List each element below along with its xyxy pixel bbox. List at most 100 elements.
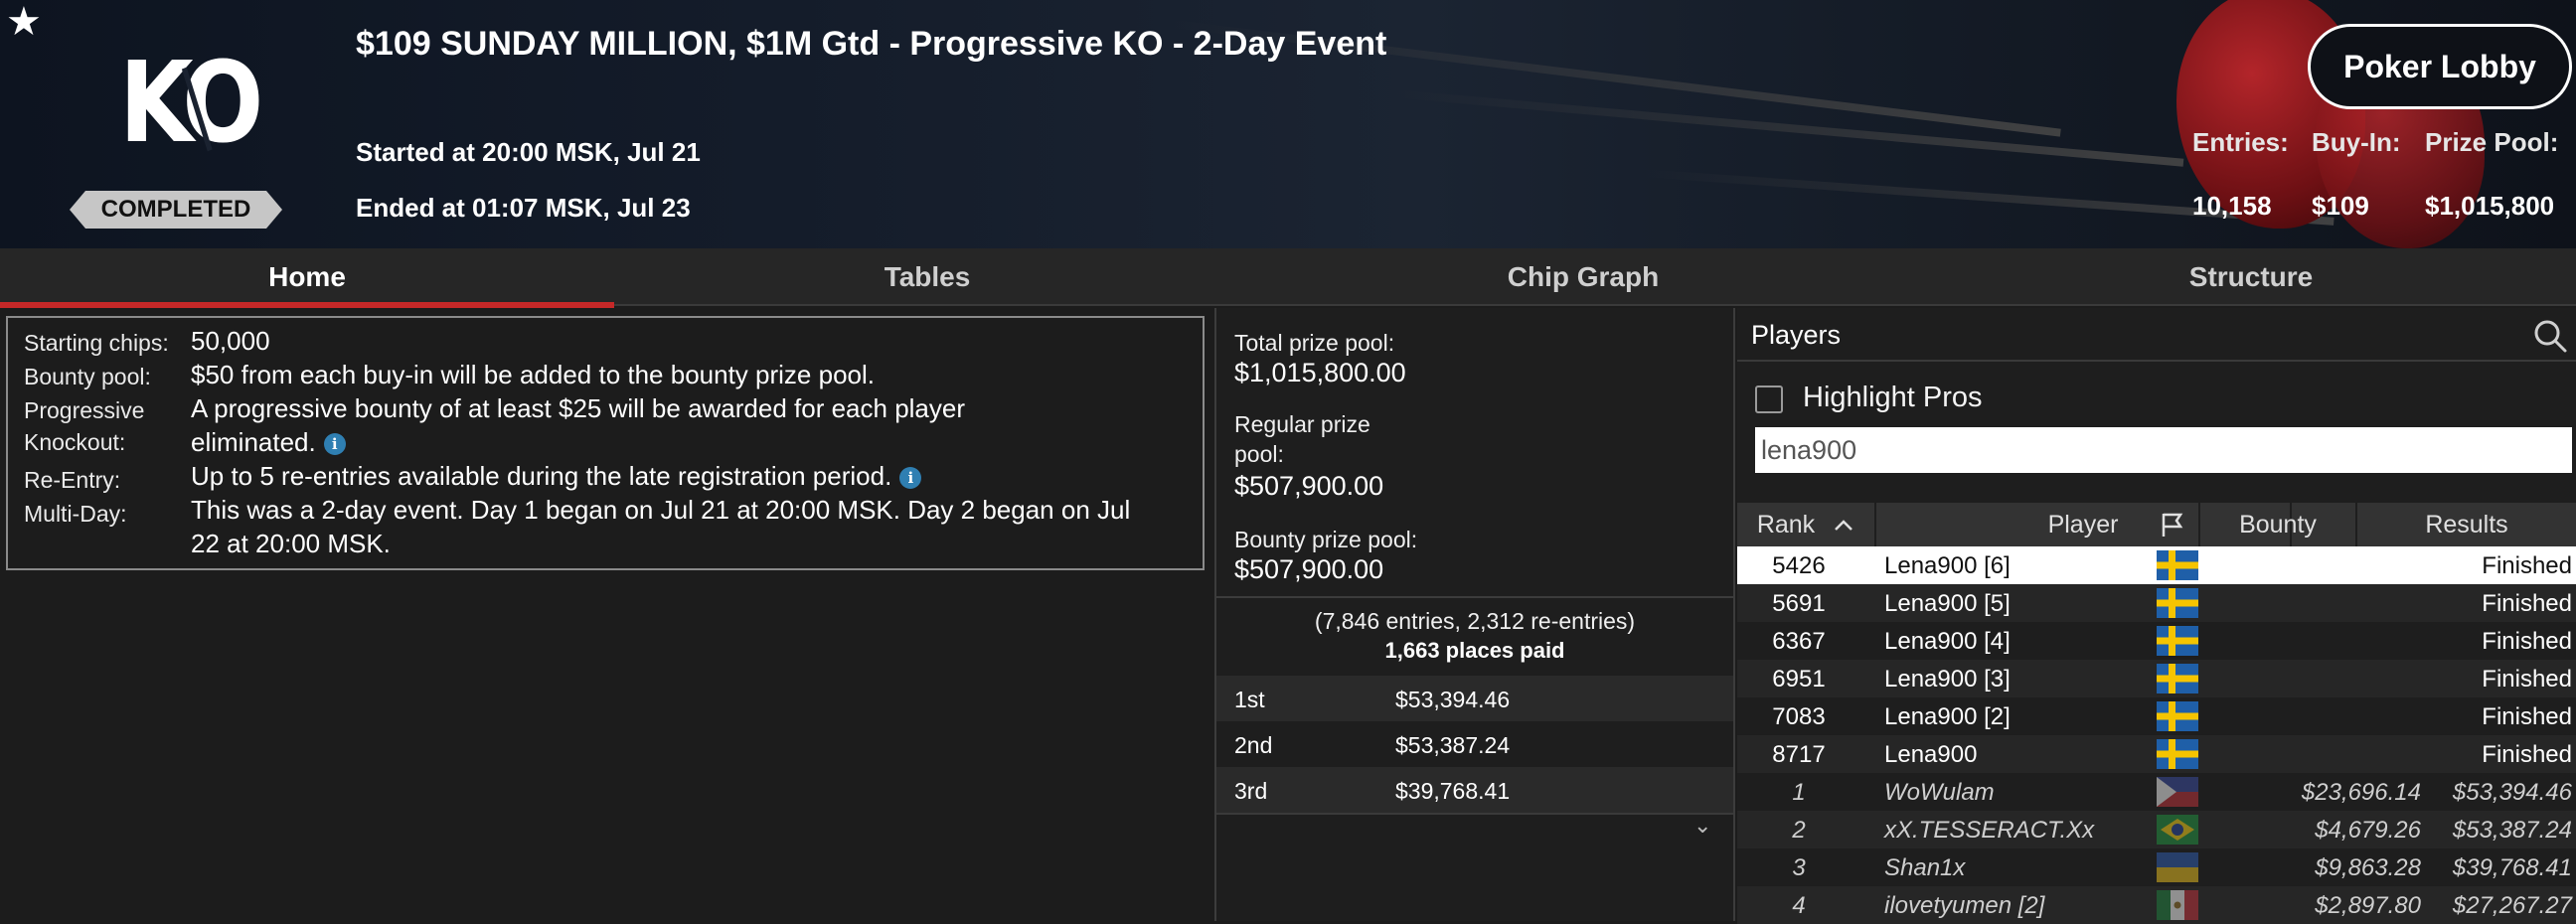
players-header: Players: [1737, 308, 2576, 362]
table-row[interactable]: 7083 Lena900 [2] Finished: [1737, 697, 2576, 735]
bounty-pool-value: $50 from each buy-in will be added to th…: [191, 360, 875, 389]
table-row[interactable]: 6951 Lena900 [3] Finished: [1737, 660, 2576, 697]
reentry-label: Re-Entry:: [24, 467, 121, 493]
table-row[interactable]: 6367 Lena900 [4] Finished: [1737, 622, 2576, 660]
row-result: Finished: [2482, 666, 2572, 693]
row-bounty: $4,679.26: [2315, 817, 2421, 844]
ko-logo: KO: [119, 39, 263, 168]
entries-value: 10,158: [2192, 191, 2272, 221]
progressive-knockout-label-line1: Progressive: [24, 397, 145, 423]
row-player-name: Lena900 [5]: [1884, 590, 2011, 617]
table-row[interactable]: 3 Shan1x $9,863.28 $39,768.41: [1737, 848, 2576, 886]
row-player-name: WoWulam: [1884, 779, 1995, 806]
starting-chips-value: 50,000: [191, 326, 270, 356]
payout-amount: $53,387.24: [1395, 732, 1511, 758]
entries-summary: (7,846 entries, 2,312 re-entries): [1216, 596, 1733, 635]
table-row[interactable]: 2 xX.TESSERACT.Xx $4,679.26 $53,387.24: [1737, 811, 2576, 848]
row-result: Finished: [2482, 552, 2572, 579]
prize-pool-value: $1,015,800: [2425, 191, 2555, 221]
entries-label: Entries:: [2192, 127, 2289, 157]
country-flag-icon: [2157, 550, 2198, 580]
bounty-prize-pool-value: $507,900.00: [1234, 554, 1384, 584]
row-rank: 4: [1792, 892, 1806, 919]
regular-prize-pool-label-line1: Regular prize: [1234, 411, 1370, 437]
search-icon[interactable]: [2532, 318, 2568, 354]
reentry-value: Up to 5 re-entries available during the …: [191, 459, 922, 493]
multiday-label: Multi-Day:: [24, 501, 127, 527]
row-bounty: $2,897.80: [2315, 892, 2421, 919]
tournament-info-box: Starting chips: 50,000 Bounty pool: $50 …: [6, 316, 1205, 570]
payout-amount: $39,768.41: [1395, 778, 1511, 804]
buyin-label: Buy-In:: [2312, 127, 2401, 157]
poker-lobby-button[interactable]: Poker Lobby: [2308, 24, 2572, 109]
payout-row: 3rd $39,768.41: [1216, 767, 1733, 813]
buyin-value: $109: [2312, 191, 2369, 221]
payout-amount: $53,394.46: [1395, 687, 1511, 712]
info-icon[interactable]: i: [323, 433, 346, 456]
total-prize-pool-value: $1,015,800.00: [1234, 358, 1406, 387]
prize-pool-label: Prize Pool:: [2425, 127, 2559, 157]
favorite-star-icon[interactable]: ★: [6, 2, 42, 42]
country-flag-icon: [2157, 701, 2198, 731]
tab-chip-graph[interactable]: Chip Graph: [1240, 248, 1926, 306]
total-prize-pool-label: Total prize pool:: [1234, 330, 1395, 356]
rank-column-header[interactable]: Rank: [1737, 503, 1876, 546]
progressive-knockout-value-line1: A progressive bounty of at least $25 wil…: [191, 393, 966, 423]
progressive-knockout-label-line2: Knockout:: [24, 429, 126, 455]
highlight-pros-checkbox[interactable]: [1755, 385, 1783, 413]
info-icon[interactable]: i: [899, 467, 922, 490]
tab-home[interactable]: Home: [0, 248, 614, 308]
table-row[interactable]: 5426 Lena900 [6] Finished: [1737, 546, 2576, 584]
table-row[interactable]: 8717 Lena900 Finished: [1737, 735, 2576, 773]
player-search-input[interactable]: [1755, 427, 2572, 473]
prize-panel: Total prize pool: $1,015,800.00 Regular …: [1214, 308, 1735, 921]
end-time: Ended at 01:07 MSK, Jul 23: [356, 193, 691, 223]
status-badge: COMPLETED: [70, 191, 282, 229]
row-player-name: xX.TESSERACT.Xx: [1884, 817, 2095, 844]
regular-prize-pool-value: $507,900.00: [1234, 471, 1384, 501]
row-result: $27,267.27: [2452, 892, 2572, 919]
chevron-down-icon[interactable]: ⌄: [1693, 813, 1711, 839]
row-player-name: ilovetyumen [2]: [1884, 892, 2045, 919]
row-player-name: Lena900 [3]: [1884, 666, 2011, 693]
table-row[interactable]: 5691 Lena900 [5] Finished: [1737, 584, 2576, 622]
row-result: $39,768.41: [2452, 854, 2572, 881]
row-rank: 7083: [1772, 703, 1826, 730]
tab-structure[interactable]: Structure: [1926, 248, 2576, 306]
row-rank: 5426: [1772, 552, 1826, 579]
row-rank: 3: [1792, 854, 1806, 881]
tab-tables[interactable]: Tables: [614, 248, 1240, 306]
row-rank: 8717: [1772, 741, 1826, 768]
flag-column-header[interactable]: [2145, 503, 2200, 546]
row-rank: 6367: [1772, 628, 1826, 655]
row-result: $53,394.46: [2452, 779, 2572, 806]
event-title: $109 SUNDAY MILLION, $1M Gtd - Progressi…: [356, 25, 1387, 63]
row-player-name: Lena900 [4]: [1884, 628, 2011, 655]
row-result: Finished: [2482, 590, 2572, 617]
progressive-knockout-value-line2: eliminated. i: [191, 425, 346, 459]
divider: [1216, 813, 1733, 815]
row-rank: 1: [1792, 779, 1806, 806]
multiday-value-line1: This was a 2-day event. Day 1 began on J…: [191, 495, 1131, 525]
start-time: Started at 20:00 MSK, Jul 21: [356, 137, 701, 167]
row-player-name: Shan1x: [1884, 854, 1966, 881]
table-row[interactable]: 4 ilovetyumen [2] $2,897.80 $27,267.27: [1737, 886, 2576, 924]
payout-place: 3rd: [1234, 778, 1268, 804]
row-rank: 5691: [1772, 590, 1826, 617]
progressive-knockout-text: eliminated.: [191, 427, 316, 457]
players-table-header: Rank Player Bounty Results: [1737, 503, 2576, 546]
results-column-header[interactable]: Results: [2357, 503, 2576, 546]
sort-ascending-icon: [1835, 520, 1853, 531]
flag-icon: [2162, 513, 2183, 537]
row-rank: 6951: [1772, 666, 1826, 693]
row-result: $53,387.24: [2452, 817, 2572, 844]
row-rank: 2: [1792, 817, 1806, 844]
bounty-prize-pool-label: Bounty prize pool:: [1234, 527, 1418, 552]
highlight-pros-label[interactable]: Highlight Pros: [1803, 382, 1983, 414]
country-flag-icon: [2157, 852, 2198, 882]
table-row[interactable]: 1 WoWulam $23,696.14 $53,394.46: [1737, 773, 2576, 811]
payout-place: 1st: [1234, 687, 1265, 712]
payout-row: 1st $53,394.46: [1216, 676, 1733, 721]
bounty-column-header[interactable]: Bounty: [2200, 503, 2357, 546]
row-player-name: Lena900 [6]: [1884, 552, 2011, 579]
